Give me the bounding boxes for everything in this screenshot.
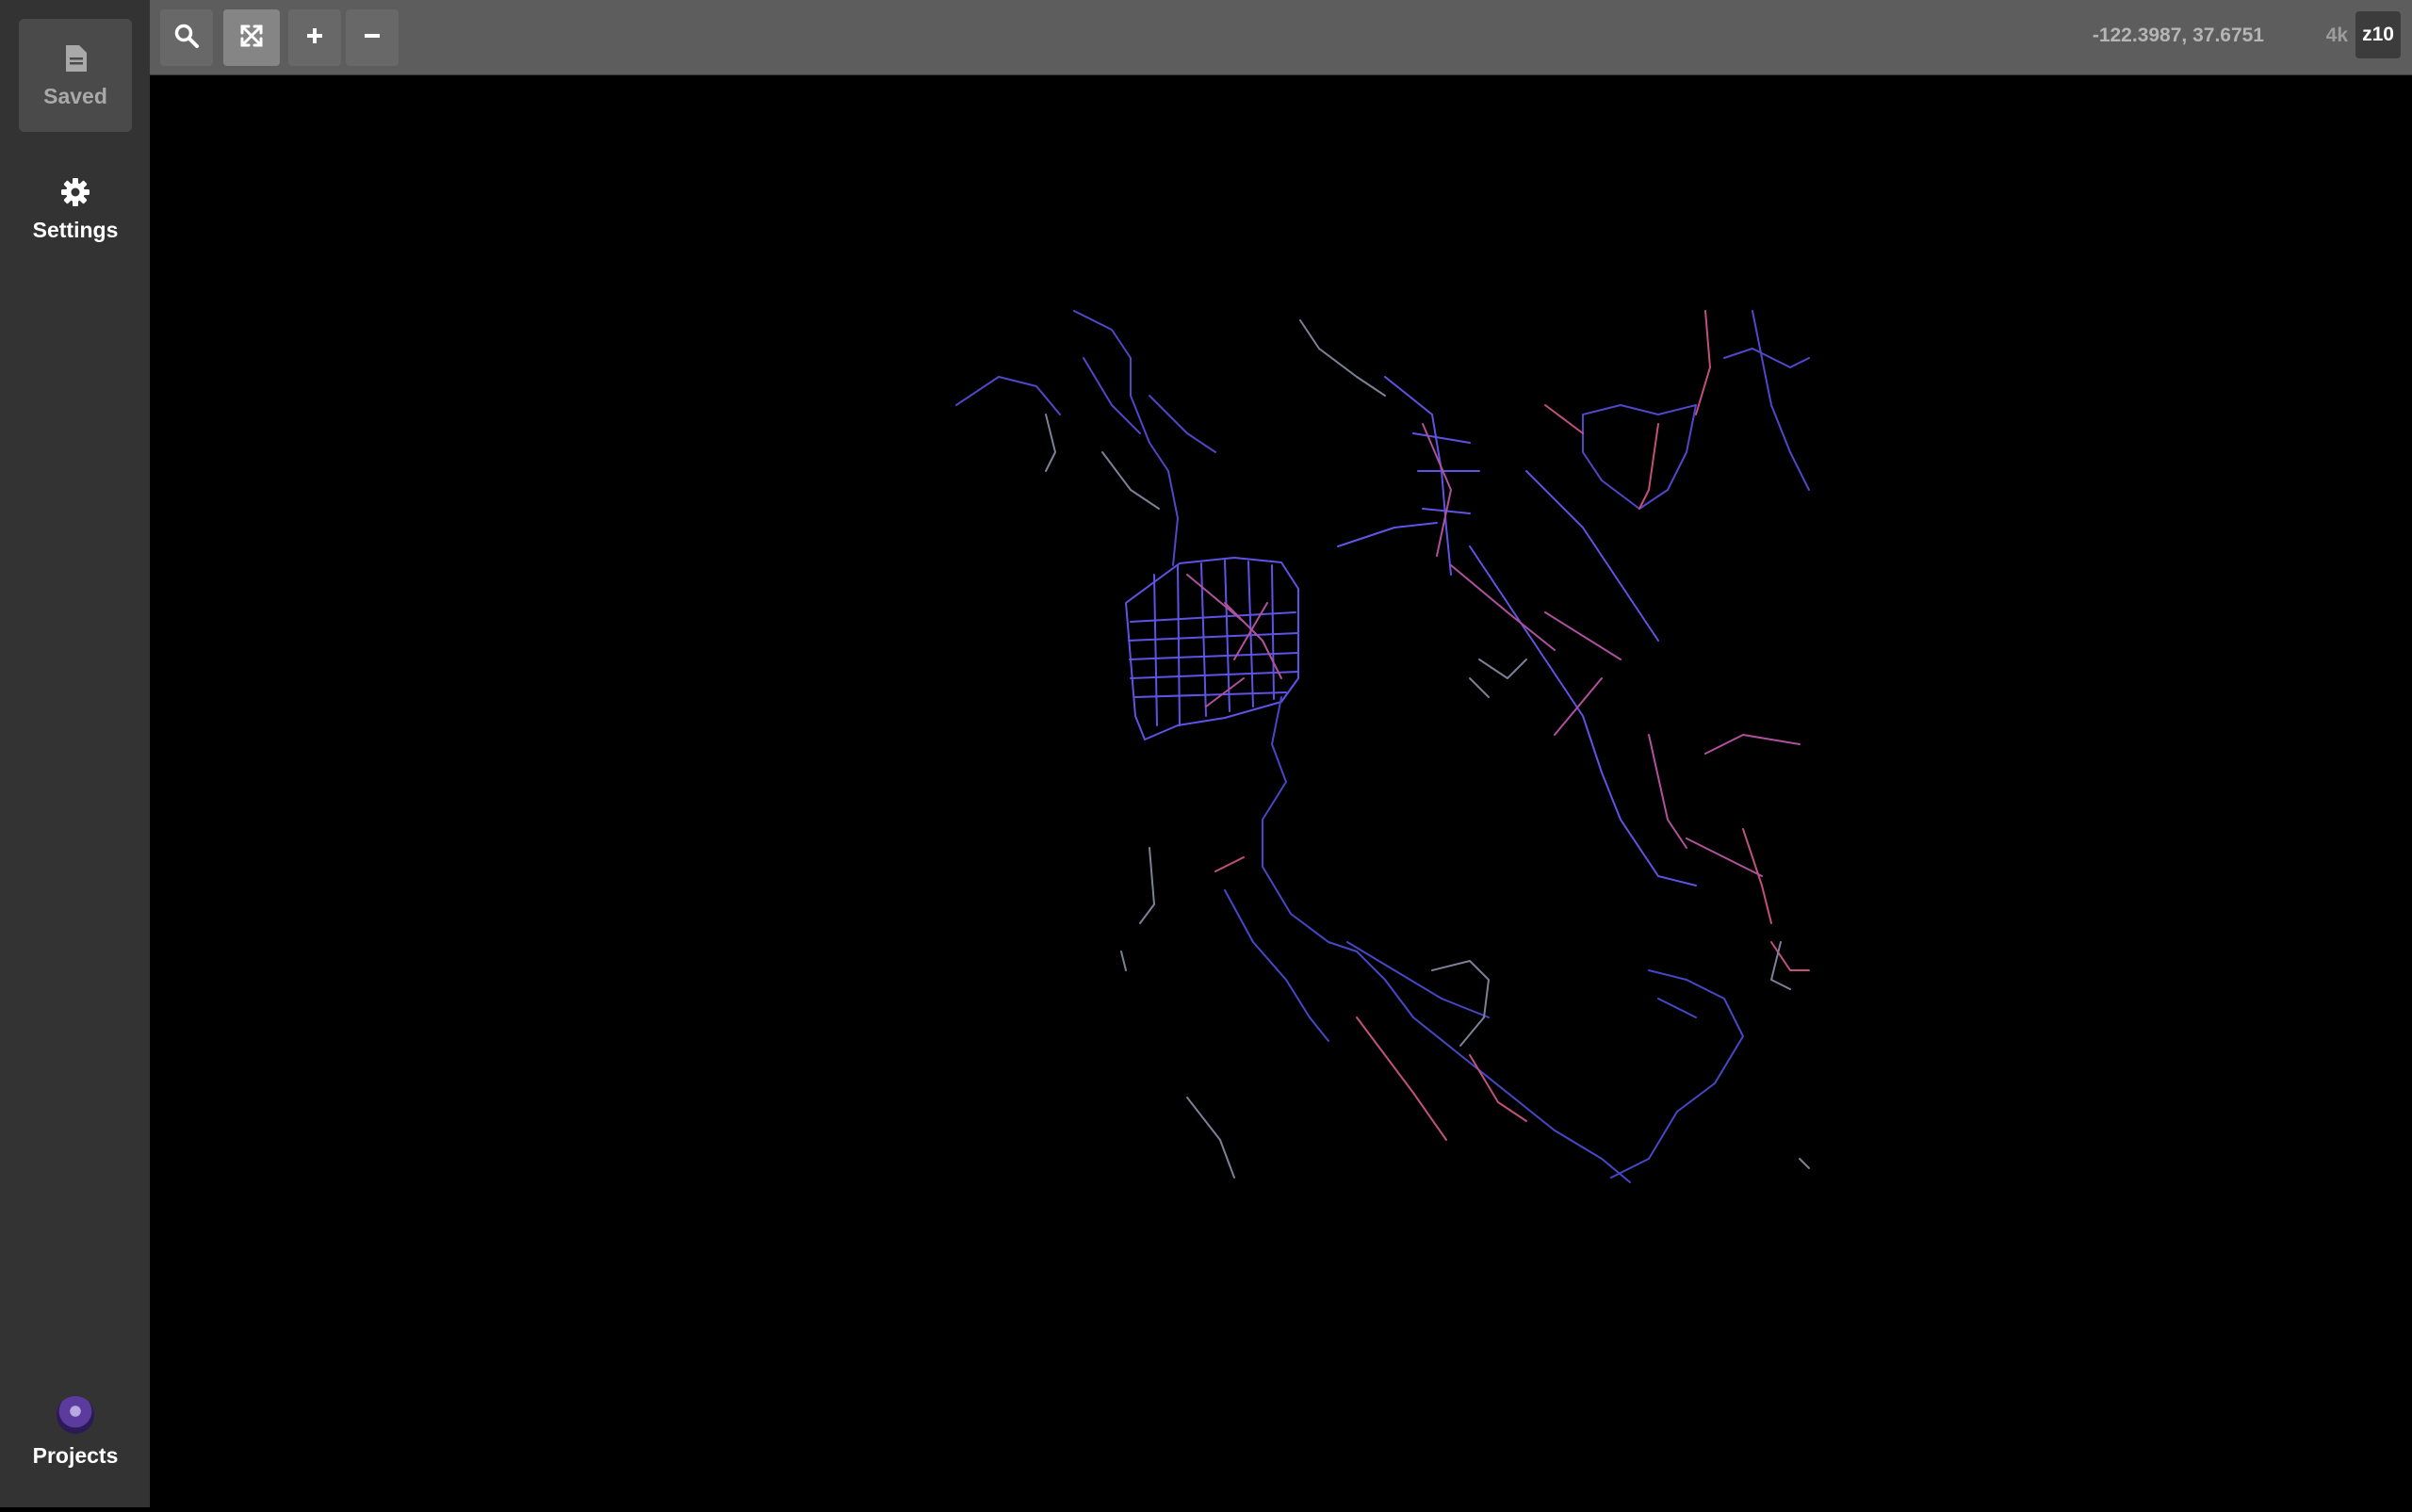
gear-icon: [59, 176, 91, 208]
settings-label: Settings: [32, 217, 119, 242]
avatar: [57, 1395, 94, 1434]
saved-label: Saved: [43, 83, 107, 108]
heatmap-routes: [955, 310, 1810, 1183]
fit-bounds-button[interactable]: [223, 9, 280, 66]
toolbar: -122.3987, 37.6751 4k z10: [150, 0, 2412, 75]
fit-bounds-icon: [239, 24, 264, 53]
search-button[interactable]: [160, 9, 213, 66]
map-canvas[interactable]: [150, 76, 2412, 1507]
projects-label: Projects: [32, 1442, 119, 1468]
saved-button[interactable]: Saved: [19, 19, 132, 132]
settings-button[interactable]: Settings: [19, 162, 132, 256]
cursor-coordinates: -122.3987, 37.6751: [2092, 24, 2264, 46]
zoom-in-icon: [305, 26, 324, 50]
search-icon: [173, 23, 200, 54]
zoom-in-button[interactable]: [288, 9, 341, 66]
zoom-out-button[interactable]: [346, 9, 399, 66]
zoom-out-icon: [363, 26, 382, 50]
sidebar: Saved Settings Projects: [0, 0, 150, 1507]
resolution-toggle[interactable]: 4k: [2326, 24, 2348, 47]
zoom-level: z10: [2355, 11, 2401, 58]
document-icon: [59, 42, 91, 74]
projects-button[interactable]: Projects: [19, 1385, 132, 1479]
